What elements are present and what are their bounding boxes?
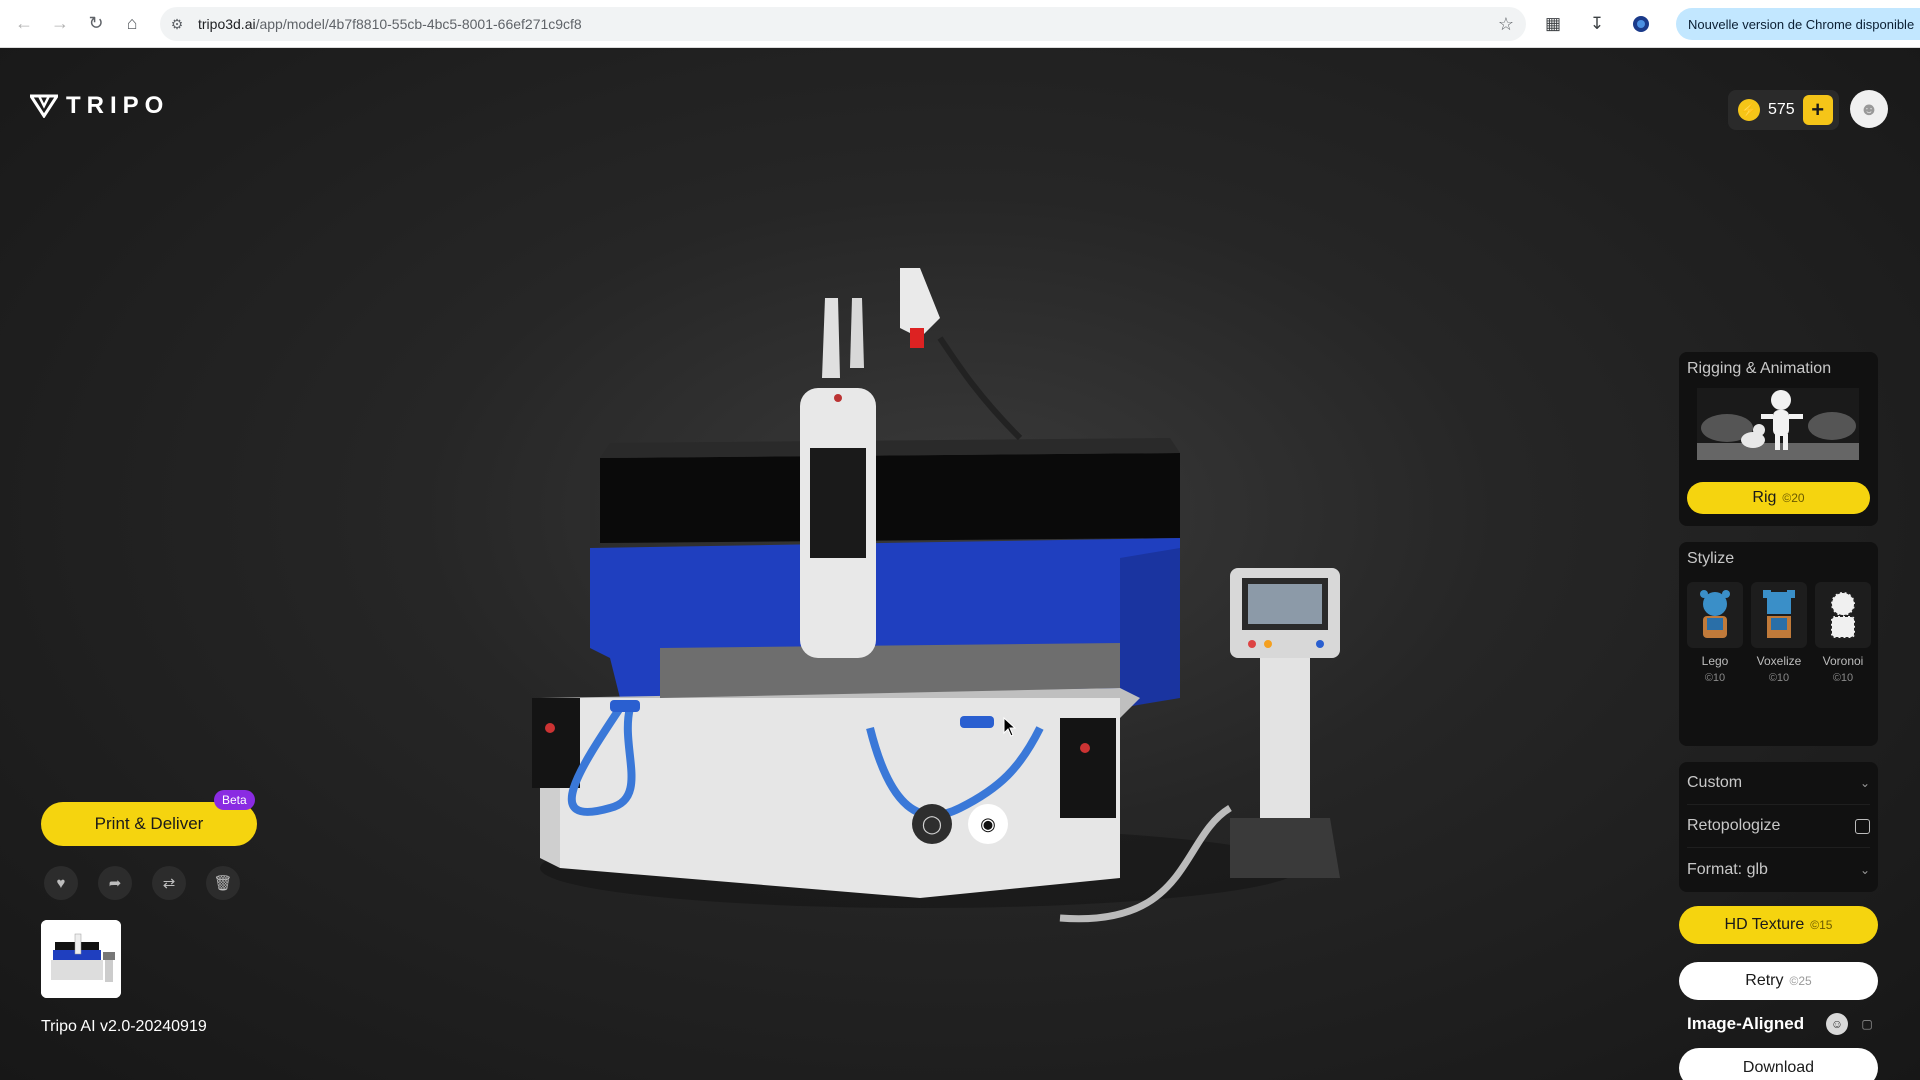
stylize-card: Stylize Lego ©10 Voxelize ©10 Voronoi ©1…	[1679, 542, 1878, 746]
download-button[interactable]: Download	[1679, 1048, 1878, 1080]
style-name: Voxelize	[1756, 654, 1802, 668]
browser-toolbar: ← → ↻ ⌂ ⚙ tripo3d.ai/app/model/4b7f8810-…	[0, 0, 1920, 48]
retry-label: Retry	[1745, 972, 1784, 989]
chrome-update-button[interactable]: Nouvelle version de Chrome disponible⋮	[1676, 8, 1920, 40]
hd-texture-label: HD Texture	[1724, 916, 1805, 933]
credits-count: 575	[1768, 101, 1795, 118]
textured-view-icon[interactable]: ◉	[968, 804, 1008, 844]
export-options-card: Custom ⌄ Retopologize Format: glb ⌄	[1679, 762, 1878, 892]
format-label: Format: glb	[1687, 860, 1768, 878]
voxel-bear-icon	[1751, 582, 1807, 648]
url-path: /app/model/4b7f8810-55cb-4bc5-8001-66ef2…	[255, 16, 582, 32]
address-bar[interactable]: ⚙ tripo3d.ai/app/model/4b7f8810-55cb-4bc…	[160, 7, 1526, 41]
profile-icon[interactable]	[1624, 7, 1658, 41]
mouse-cursor-icon	[1003, 717, 1017, 737]
source-image-thumbnail[interactable]	[41, 920, 121, 998]
style-lego[interactable]: Lego ©10	[1687, 582, 1743, 684]
browser-actions: ▦ ↧ Nouvelle version de Chrome disponibl…	[1536, 7, 1920, 41]
url-domain: tripo3d.ai	[198, 16, 256, 32]
style-voxelize[interactable]: Voxelize ©10	[1751, 582, 1807, 684]
retopologize-row: Retopologize	[1687, 805, 1870, 848]
app-viewport: TRIPO ⚡ 575 + ☻ ◯ ◉ Print & Deliver Beta…	[0, 48, 1920, 1080]
bookmark-star-icon[interactable]: ☆	[1498, 14, 1514, 35]
rigging-title: Rigging & Animation	[1687, 360, 1832, 377]
downloads-icon[interactable]: ↧	[1580, 7, 1614, 41]
custom-label: Custom	[1687, 774, 1743, 791]
style-name: Lego	[1701, 654, 1729, 668]
lego-bear-icon	[1687, 582, 1743, 648]
style-cost: ©10	[1768, 672, 1790, 684]
aligned-cube-icon[interactable]: ▢	[1856, 1013, 1878, 1035]
thumbnail-image	[41, 920, 121, 998]
style-cost: ©10	[1704, 672, 1726, 684]
voronoi-bear-icon	[1815, 582, 1871, 648]
stylize-options: Lego ©10 Voxelize ©10 Voronoi ©10	[1687, 582, 1871, 684]
retry-cost: ©25	[1789, 974, 1812, 988]
reload-icon[interactable]: ↻	[78, 6, 114, 42]
beta-badge: Beta	[214, 790, 255, 810]
home-icon[interactable]: ⌂	[114, 6, 150, 42]
logo-text: TRIPO	[66, 92, 170, 119]
heart-icon[interactable]: ♥	[44, 866, 78, 900]
rig-label: Rig	[1752, 489, 1777, 506]
swap-icon[interactable]: ⇄	[152, 866, 186, 900]
back-icon[interactable]: ←	[6, 6, 42, 42]
image-aligned-label: Image-Aligned	[1687, 1014, 1805, 1033]
user-avatar[interactable]: ☻	[1850, 90, 1888, 128]
style-cost: ©10	[1832, 672, 1854, 684]
custom-dropdown[interactable]: Custom ⌄	[1687, 762, 1870, 805]
download-label: Download	[1742, 1059, 1815, 1076]
style-voronoi[interactable]: Voronoi ©10	[1815, 582, 1871, 684]
rig-cost: ©20	[1782, 491, 1805, 505]
view-mode-toggle: ◯ ◉	[912, 804, 1008, 844]
site-settings-icon[interactable]: ⚙	[160, 7, 194, 41]
rigging-illustration	[1697, 388, 1859, 460]
print-label: Print & Deliver	[94, 814, 204, 833]
model-version-label: Tripo AI v2.0-20240919	[41, 1018, 207, 1035]
add-credits-button[interactable]: +	[1802, 95, 1833, 125]
gantry-beam	[600, 453, 1180, 543]
image-aligned-row: Image-Aligned ☺ ▢	[1687, 1010, 1878, 1038]
extensions-icon[interactable]: ▦	[1536, 7, 1570, 41]
url-text[interactable]: tripo3d.ai/app/model/4b7f8810-55cb-4bc5-…	[198, 16, 582, 32]
chevron-down-icon: ⌄	[1859, 862, 1870, 877]
update-label: Nouvelle version de Chrome disponible	[1688, 16, 1915, 32]
tripo-logo[interactable]: TRIPO	[30, 92, 169, 120]
stylize-title: Stylize	[1687, 550, 1735, 567]
chevron-down-icon: ⌄	[1859, 776, 1870, 790]
aligned-image-icon[interactable]: ☺	[1826, 1013, 1848, 1035]
share-icon[interactable]: ➦	[98, 866, 132, 900]
forward-icon[interactable]: →	[42, 6, 78, 42]
style-name: Voronoi	[1822, 654, 1864, 668]
retopologize-label: Retopologize	[1687, 817, 1781, 834]
rig-button[interactable]: Rig ©20	[1687, 482, 1870, 514]
trash-icon[interactable]: 🗑	[206, 866, 240, 900]
tripo-logo-icon	[30, 94, 58, 118]
retopologize-checkbox[interactable]	[1855, 818, 1870, 834]
model-actions: ♥ ➦ ⇄ 🗑	[44, 866, 240, 900]
hd-texture-button[interactable]: HD Texture ©15	[1679, 906, 1878, 944]
wireframe-view-icon[interactable]: ◯	[912, 804, 952, 844]
rigging-card: Rigging & Animation Rig ©20	[1679, 352, 1878, 526]
retry-button[interactable]: Retry ©25	[1679, 962, 1878, 1000]
format-dropdown[interactable]: Format: glb ⌄	[1687, 848, 1870, 891]
lightning-icon: ⚡	[1738, 99, 1760, 121]
hd-texture-cost: ©15	[1810, 918, 1833, 932]
credits-widget: ⚡ 575 +	[1728, 90, 1839, 130]
